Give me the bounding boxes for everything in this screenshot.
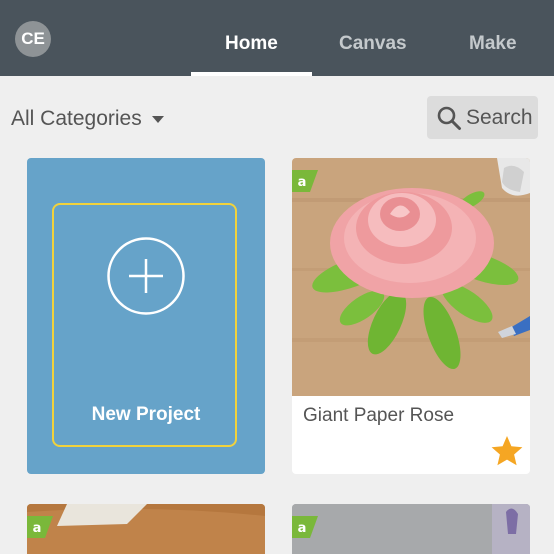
tab-home[interactable]: Home — [225, 33, 278, 55]
category-filter-dropdown[interactable]: All Categories — [11, 106, 164, 132]
project-thumbnail — [292, 158, 530, 396]
project-card[interactable]: a Giant Paper Rose — [292, 158, 530, 474]
avatar-initials: CE — [21, 29, 45, 48]
top-app-bar: CE Home Canvas Make — [0, 0, 554, 76]
search-label: Search — [466, 105, 533, 129]
tab-make[interactable]: Make — [469, 33, 517, 55]
access-badge-icon: a — [292, 516, 318, 538]
project-thumbnail — [292, 504, 530, 554]
tab-canvas[interactable]: Canvas — [339, 33, 407, 55]
access-badge-icon: a — [27, 516, 53, 538]
category-filter-label: All Categories — [11, 107, 142, 130]
search-button[interactable]: Search — [427, 96, 538, 139]
active-tab-indicator — [191, 72, 312, 76]
access-badge-icon: a — [292, 170, 318, 192]
project-title: Giant Paper Rose — [303, 405, 455, 426]
access-badge-letter: a — [298, 521, 307, 536]
search-icon — [437, 106, 461, 130]
new-project-label: New Project — [91, 404, 201, 425]
project-card[interactable]: a — [27, 504, 265, 554]
user-avatar[interactable]: CE — [15, 21, 51, 57]
new-project-card[interactable]: New Project — [27, 158, 265, 474]
project-card[interactable]: a — [292, 504, 530, 554]
access-badge-letter: a — [33, 521, 42, 536]
access-badge-letter: a — [298, 175, 307, 190]
caret-down-icon — [151, 115, 164, 123]
plus-circle-icon — [107, 237, 185, 315]
favorite-star-icon[interactable] — [490, 434, 524, 468]
project-thumbnail — [27, 504, 265, 554]
